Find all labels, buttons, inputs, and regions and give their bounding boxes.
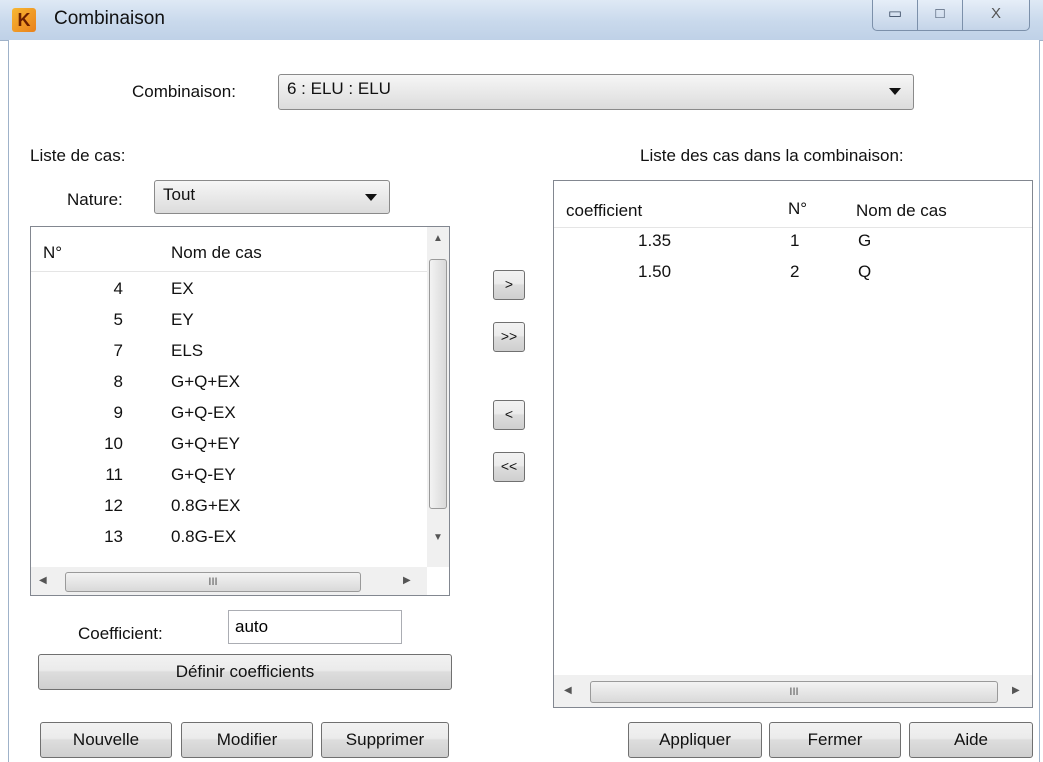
column-header-number[interactable]: N° (43, 243, 62, 263)
appliquer-button[interactable]: Appliquer (628, 722, 762, 758)
coefficient-label: Coefficient: (78, 624, 163, 643)
case-number: 8 (113, 372, 123, 391)
close-button[interactable]: X (962, 0, 1030, 31)
nature-selected-value: Tout (163, 185, 196, 204)
list-item[interactable]: 1.50 2 Q (554, 260, 1032, 290)
case-number: 1 (790, 231, 800, 250)
scroll-left-icon[interactable]: ◀ (39, 575, 47, 586)
app-logo-icon: K (12, 8, 36, 32)
chevron-down-icon (889, 88, 901, 95)
list-item[interactable]: 12 0.8G+EX (31, 492, 427, 522)
case-coefficient: 1.50 (638, 262, 672, 281)
combinaison-selected-value: 6 : ELU : ELU (287, 79, 391, 98)
case-number: 11 (105, 465, 123, 484)
combinaison-label: Combinaison: (132, 82, 236, 101)
list-item[interactable]: 7 ELS (31, 337, 427, 367)
case-name: G+Q-EY (171, 465, 236, 484)
case-name: 0.8G+EX (171, 496, 241, 515)
list-item[interactable]: 9 G+Q-EX (31, 399, 427, 429)
case-number: 12 (104, 496, 123, 515)
cases-list[interactable]: N° Nom de cas 4 EX 5 EY 7 ELS 8 G+Q+EX 9 G+Q-EX 10… (30, 226, 450, 596)
nouvelle-button[interactable]: Nouvelle (40, 722, 172, 758)
case-number: 7 (113, 341, 123, 360)
case-number: 13 (104, 527, 123, 546)
combination-cases-heading: Liste des cas dans la combinaison: (640, 146, 904, 165)
modifier-button[interactable]: Modifier (181, 722, 313, 758)
case-name: EX (171, 279, 194, 298)
horizontal-scrollbar[interactable]: ◀ III ▶ (31, 567, 427, 595)
list-item[interactable]: 1.35 1 G (554, 229, 1032, 259)
remove-case-button[interactable]: < (493, 400, 525, 430)
minimize-button[interactable]: ▭ (872, 0, 918, 31)
list-item[interactable]: 4 EX (31, 275, 427, 305)
scroll-right-icon[interactable]: ▶ (1012, 685, 1020, 696)
scroll-right-icon[interactable]: ▶ (403, 575, 411, 586)
scroll-left-icon[interactable]: ◀ (564, 685, 572, 696)
case-name: G (858, 231, 872, 250)
add-all-cases-button[interactable]: >> (493, 322, 525, 352)
list-header: coefficient N° Nom de cas (554, 181, 1032, 228)
case-name: G+Q+EX (171, 372, 240, 391)
maximize-button[interactable]: □ (917, 0, 963, 31)
list-item[interactable]: 13 0.8G-EX (31, 523, 427, 553)
aide-button[interactable]: Aide (909, 722, 1033, 758)
scroll-up-icon[interactable]: ▲ (433, 233, 443, 244)
vertical-scrollbar[interactable]: ▲ ▼ (427, 227, 449, 567)
list-header: N° Nom de cas (31, 227, 427, 272)
coefficient-input[interactable] (228, 610, 402, 644)
combination-cases-list[interactable]: coefficient N° Nom de cas 1.35 1 G 1.50 2 Q ◀… (553, 180, 1033, 708)
case-name: G+Q-EX (171, 403, 236, 422)
case-number: 4 (113, 279, 123, 298)
combinaison-select[interactable]: 6 : ELU : ELU (278, 74, 914, 110)
liste-de-cas-heading: Liste de cas: (30, 146, 126, 165)
case-number: 9 (113, 403, 123, 422)
case-number: 10 (104, 434, 123, 453)
define-coefficients-button[interactable]: Définir coefficients (38, 654, 452, 690)
column-header-coefficient[interactable]: coefficient (566, 201, 642, 221)
case-name: ELS (171, 341, 204, 360)
case-name: Q (858, 262, 872, 281)
column-header-name[interactable]: Nom de cas (856, 201, 947, 221)
fermer-button[interactable]: Fermer (769, 722, 901, 758)
list-item[interactable]: 8 G+Q+EX (31, 368, 427, 398)
horizontal-scroll-thumb[interactable]: III (590, 681, 998, 703)
remove-all-cases-button[interactable]: << (493, 452, 525, 482)
scroll-down-icon[interactable]: ▼ (433, 532, 443, 543)
case-name: EY (171, 310, 194, 329)
list-item[interactable]: 5 EY (31, 306, 427, 336)
title-bar: K Combinaison ▭ □ X (0, 0, 1043, 41)
column-header-name[interactable]: Nom de cas (171, 243, 262, 263)
case-number: 5 (113, 310, 123, 329)
add-case-button[interactable]: > (493, 270, 525, 300)
chevron-down-icon (365, 194, 377, 201)
case-number: 2 (790, 262, 800, 281)
vertical-scroll-thumb[interactable] (429, 259, 447, 509)
list-item[interactable]: 11 G+Q-EY (31, 461, 427, 491)
nature-label: Nature: (67, 190, 123, 209)
list-item[interactable]: 10 G+Q+EY (31, 430, 427, 460)
window-title: Combinaison (54, 8, 165, 29)
nature-select[interactable]: Tout (154, 180, 390, 214)
case-name: G+Q+EY (171, 434, 240, 453)
horizontal-scroll-thumb[interactable]: III (65, 572, 361, 592)
case-coefficient: 1.35 (638, 231, 672, 250)
supprimer-button[interactable]: Supprimer (321, 722, 449, 758)
case-name: 0.8G-EX (171, 527, 237, 546)
horizontal-scrollbar[interactable]: ◀ III ▶ (554, 675, 1032, 707)
column-header-number[interactable]: N° (788, 199, 807, 219)
